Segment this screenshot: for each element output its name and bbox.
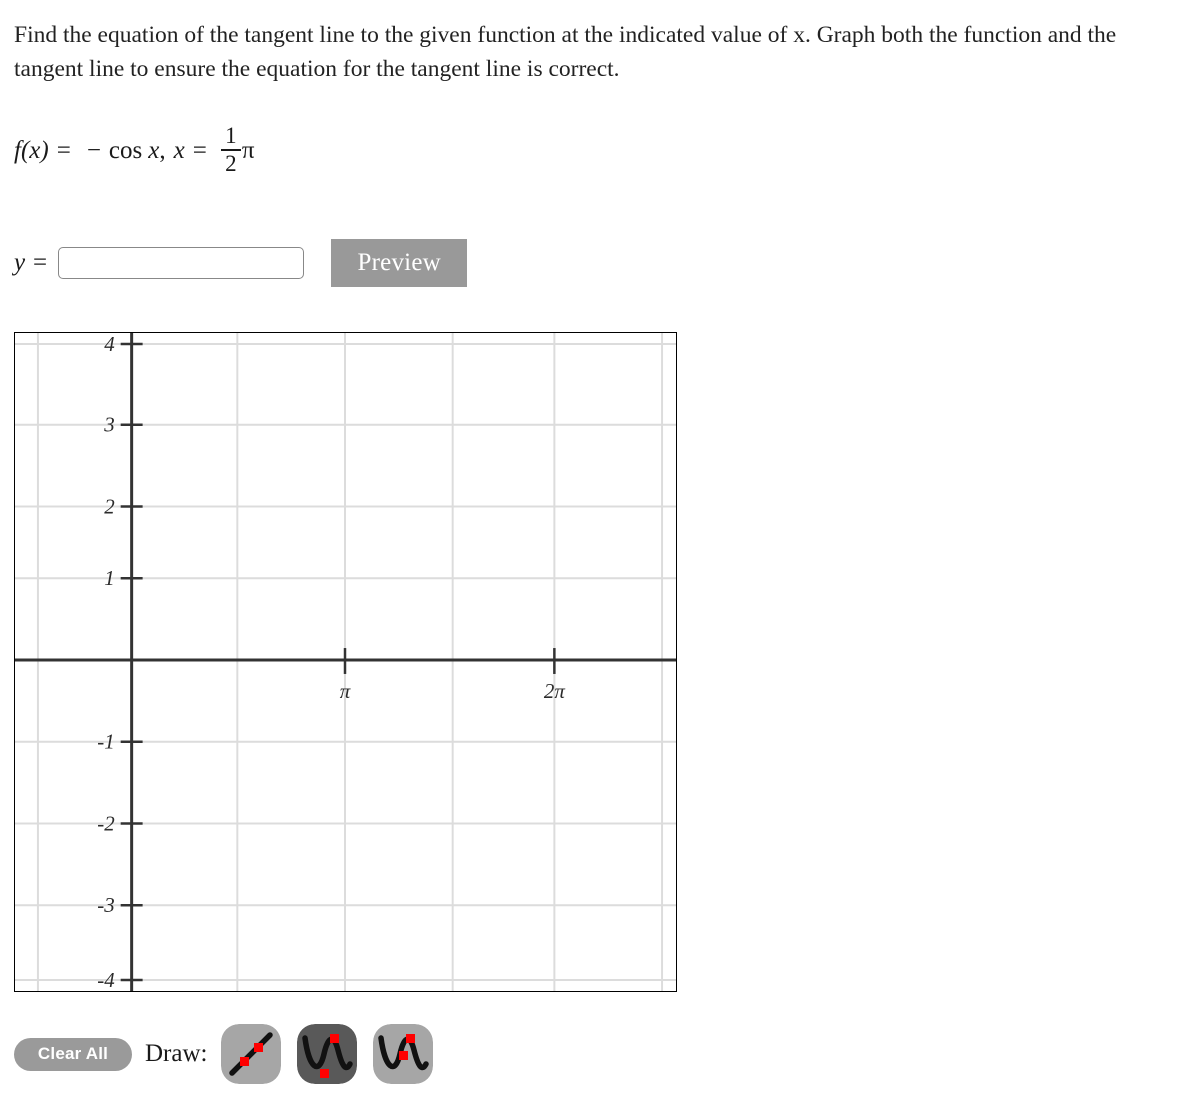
- x-equals: =: [192, 136, 207, 164]
- line-tool-point-upper: [254, 1043, 264, 1052]
- expression-comma: ,: [159, 136, 166, 164]
- function-expression: f(x) = − cos x , x = 1 2 π: [14, 123, 255, 176]
- y-tick-label-2: 2: [104, 494, 114, 518]
- sine-tool-button[interactable]: [373, 1024, 434, 1084]
- pi-symbol: π: [241, 136, 255, 164]
- line-tool-button[interactable]: [221, 1024, 282, 1084]
- fraction-numerator: 1: [225, 123, 237, 148]
- y-tick-label-neg2: -2: [97, 811, 114, 835]
- answer-input[interactable]: [58, 247, 305, 279]
- graph-canvas[interactable]: 4 3 2 1 -1 -2 -3 -4 π 2π: [15, 333, 676, 991]
- x-tick-label-pi: π: [340, 679, 351, 703]
- y-tick-label-neg1: -1: [97, 730, 114, 754]
- preview-button[interactable]: Preview: [331, 239, 468, 287]
- y-tick-label-3: 3: [103, 413, 114, 437]
- sine-tool-selected-point-valley: [320, 1069, 330, 1078]
- sine-tool-point-mid: [399, 1051, 409, 1060]
- answer-row: y = Preview: [14, 239, 468, 287]
- y-tick-label-1: 1: [104, 566, 114, 590]
- y-tick-label-4: 4: [104, 333, 114, 356]
- clear-all-button[interactable]: Clear All: [14, 1037, 132, 1071]
- problem-statement: Find the equation of the tangent line to…: [14, 22, 1117, 82]
- fraction-denominator: 2: [225, 150, 237, 176]
- y-tick-label-neg3: -3: [97, 893, 114, 917]
- draw-toolbar: Clear All Draw:: [14, 1022, 434, 1086]
- function-minus-sign: −: [86, 136, 101, 164]
- function-lhs: f(x): [14, 136, 49, 164]
- cos-argument: x: [148, 136, 160, 164]
- graph-panel[interactable]: 4 3 2 1 -1 -2 -3 -4 π 2π: [14, 332, 677, 992]
- y-tick-label-neg4: -4: [97, 968, 114, 991]
- draw-label: Draw:: [145, 1040, 208, 1067]
- x-tick-label-two-pi: 2π: [544, 679, 565, 703]
- cos-operator: cos: [108, 136, 143, 164]
- sine-tool-point-peak: [406, 1034, 416, 1043]
- sine-tool-selected-button[interactable]: [297, 1024, 358, 1084]
- line-tool-point-lower: [240, 1057, 250, 1066]
- function-equals: =: [56, 136, 71, 164]
- one-half-fraction: 1 2: [220, 123, 241, 176]
- sine-tool-selected-point-peak: [330, 1034, 340, 1043]
- answer-label: y =: [14, 249, 49, 276]
- x-variable: x: [173, 136, 185, 164]
